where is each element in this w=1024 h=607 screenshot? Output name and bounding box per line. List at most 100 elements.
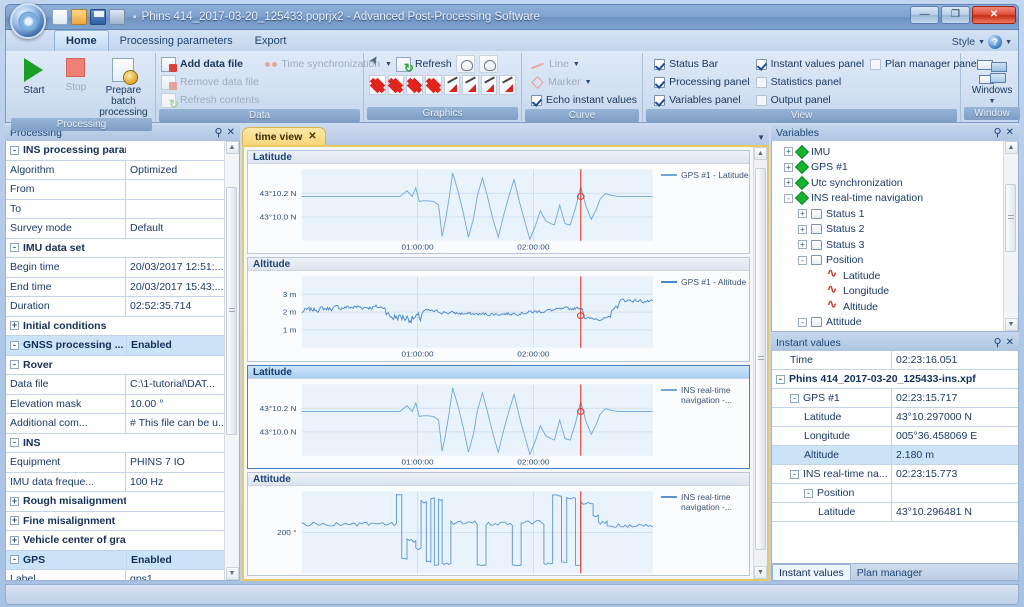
maximize-button[interactable]: ❐ [941, 6, 970, 24]
chart-scroll-track[interactable] [754, 160, 767, 566]
processing-row-value[interactable]: Enabled [126, 336, 224, 355]
checkbox-icon-instant-values-panel[interactable] [755, 58, 767, 70]
chart-plot[interactable]: 3 m 2 m 1 m 01:00:00 02:00:00 [248, 271, 661, 360]
scroll-track[interactable] [225, 154, 239, 567]
instant-values-row-value[interactable]: 005°36.458069 E [892, 427, 1018, 445]
view-instant-values-panel-checkbox[interactable]: Instant values panel [755, 55, 864, 73]
instant-values-row-value[interactable] [892, 484, 1018, 502]
collapse-icon[interactable]: - [776, 374, 785, 384]
processing-row[interactable]: - INS [6, 434, 224, 453]
processing-row-value[interactable] [126, 356, 224, 375]
variables-tree-nodes[interactable]: + IMU + GPS #1 + Utc synchronization - INS real… [772, 141, 1003, 331]
refresh-contents-button[interactable]: Refresh contents [161, 91, 259, 111]
close-icon-instant-values-panel[interactable]: ✕ [1004, 338, 1016, 348]
processing-row[interactable]: Algorithm Optimized [6, 160, 224, 180]
variables-scroll-track[interactable] [1004, 154, 1018, 318]
checkbox-icon-plan-manager-panel[interactable] [870, 58, 882, 70]
expand-icon[interactable]: + [798, 240, 807, 250]
processing-row[interactable]: Duration 02:52:35.714 [6, 297, 224, 317]
chart-area-scrollbar[interactable]: ▲ ▼ [753, 147, 767, 579]
application-menu-orb-button[interactable] [10, 3, 46, 39]
processing-row-value[interactable]: 100 Hz [126, 473, 224, 492]
processing-row[interactable]: +Vehicle center of gravity lever arm [6, 531, 224, 551]
variables-tree-node[interactable]: + Utc synchronization [776, 175, 1003, 191]
open-icon[interactable] [71, 9, 87, 25]
collapse-icon[interactable]: - [804, 488, 813, 498]
processing-row-value[interactable]: 10.00 ° [126, 395, 224, 414]
expand-icon[interactable]: + [784, 178, 793, 188]
variables-tree-node[interactable]: + GPS #1 [776, 160, 1003, 176]
zoom-reset-icon[interactable] [478, 55, 498, 73]
chart-panel-2[interactable]: Latitude 43°10.2 N 43°10.0 N 01:00:00 02:00:… [247, 364, 750, 469]
processing-row-value[interactable]: # This file can be u... [126, 414, 224, 433]
instant-values-grid[interactable]: Time 02:23:16.051- Phins 414_2017-03-20_12… [771, 351, 1019, 564]
time-synchronization-button[interactable]: Time synchronization [265, 55, 380, 73]
pin-icon-variables[interactable]: ⚲ [992, 128, 1004, 139]
processing-row[interactable]: - GNSS processing ... Enabled [6, 336, 224, 356]
tab-list-chevron-icon[interactable]: ▼ [757, 133, 765, 142]
move-down-icon[interactable] [424, 75, 442, 95]
chart-scroll-down-icon[interactable]: ▼ [754, 566, 767, 579]
collapse-icon[interactable]: - [790, 469, 799, 479]
instant-values-row[interactable]: - Position [772, 484, 1018, 503]
processing-row-value[interactable] [126, 239, 224, 258]
processing-row-value[interactable]: PHINS 7 IO [126, 453, 224, 472]
variables-scroll-thumb[interactable] [1005, 183, 1016, 253]
tab-export[interactable]: Export [244, 31, 298, 51]
instant-values-row-value[interactable]: 02:23:15.773 [892, 465, 1018, 483]
processing-row[interactable]: - GPS Enabled [6, 550, 224, 570]
variables-tree-node[interactable]: - INS real-time navigation [776, 191, 1003, 207]
instant-values-row[interactable]: Longitude 005°36.458069 E [772, 427, 1018, 446]
collapse-icon[interactable]: - [10, 243, 19, 253]
variables-scroll-down-icon[interactable]: ▼ [1004, 318, 1018, 331]
expand-icon[interactable]: + [10, 496, 19, 506]
instant-values-row[interactable]: - INS real-time na... 02:23:15.773 [772, 465, 1018, 484]
chart-panel-3[interactable]: Attitude 200 ° INS real-time navigation -.… [247, 471, 750, 576]
instant-values-row[interactable]: - Phins 414_2017-03-20_125433-ins.xpf [772, 370, 1018, 389]
expand-icon[interactable]: + [784, 147, 793, 157]
variables-tree-node[interactable]: + Status 2 [776, 222, 1003, 238]
collapse-icon[interactable]: - [10, 555, 19, 565]
minimize-button[interactable]: — [910, 6, 939, 24]
chevron-down-icon-windows[interactable]: ▼ [989, 96, 996, 107]
variables-scroll-up-icon[interactable]: ▲ [1004, 141, 1018, 154]
processing-row[interactable]: Label gps1 [6, 570, 224, 580]
pin-icon-instant-values[interactable]: ⚲ [992, 338, 1004, 349]
expand-icon[interactable]: + [10, 516, 19, 526]
processing-row[interactable]: Elevation mask 10.00 ° [6, 394, 224, 414]
zoom-x-in-icon[interactable] [443, 75, 461, 95]
processing-row-value[interactable]: C:\1-tutorial\DAT... [126, 375, 224, 394]
instant-values-row-value[interactable]: 43°10.296481 N [892, 503, 1018, 521]
instant-values-row-value[interactable]: 02:23:16.051 [892, 351, 1018, 369]
processing-grid-rows[interactable]: -INS processing parametersAlgorithmOptim… [6, 141, 224, 580]
collapse-icon[interactable]: - [798, 255, 807, 265]
processing-row-value[interactable] [126, 200, 224, 219]
collapse-icon[interactable]: - [10, 438, 19, 448]
instant-values-row[interactable]: Altitude 2.180 m [772, 446, 1018, 465]
processing-row[interactable]: - IMU data set [6, 239, 224, 258]
add-data-file-button[interactable]: Add data file [161, 55, 259, 73]
processing-row[interactable]: + Fine misalignment [6, 512, 224, 531]
document-tab-time-view[interactable]: time view ✕ [242, 127, 326, 145]
expand-icon[interactable]: + [798, 209, 807, 219]
checkbox-icon-status-bar[interactable] [654, 58, 666, 70]
processing-row-value[interactable] [126, 492, 224, 511]
processing-row-value[interactable]: Enabled [126, 550, 224, 569]
chevron-down-icon-line[interactable]: ▼ [573, 61, 580, 68]
refresh-label[interactable]: Refresh [415, 58, 452, 70]
instant-values-row[interactable]: Latitude 43°10.296481 N [772, 503, 1018, 522]
processing-row[interactable]: - Rover [6, 356, 224, 375]
echo-instant-values-checkbox[interactable]: Echo instant values [531, 91, 637, 109]
instant-values-row[interactable]: Time 02:23:16.051 [772, 351, 1018, 370]
processing-row-value[interactable]: Default [126, 219, 224, 238]
checkbox-icon-variables-panel[interactable] [654, 94, 666, 106]
instant-values-row[interactable]: Latitude 43°10.297000 N [772, 408, 1018, 427]
processing-row-value[interactable] [126, 317, 224, 336]
stop-button[interactable]: Stop [55, 55, 97, 118]
remove-data-file-button[interactable]: Remove data file [161, 73, 259, 91]
processing-row[interactable]: -INS processing parameters [6, 141, 224, 161]
chevron-down-icon-marker[interactable]: ▼ [585, 79, 592, 86]
prepare-batch-processing-button[interactable]: Prepare batch processing [97, 55, 150, 118]
tab-instant-values[interactable]: Instant values [772, 564, 851, 580]
processing-row-value[interactable]: gps1 [126, 570, 224, 580]
